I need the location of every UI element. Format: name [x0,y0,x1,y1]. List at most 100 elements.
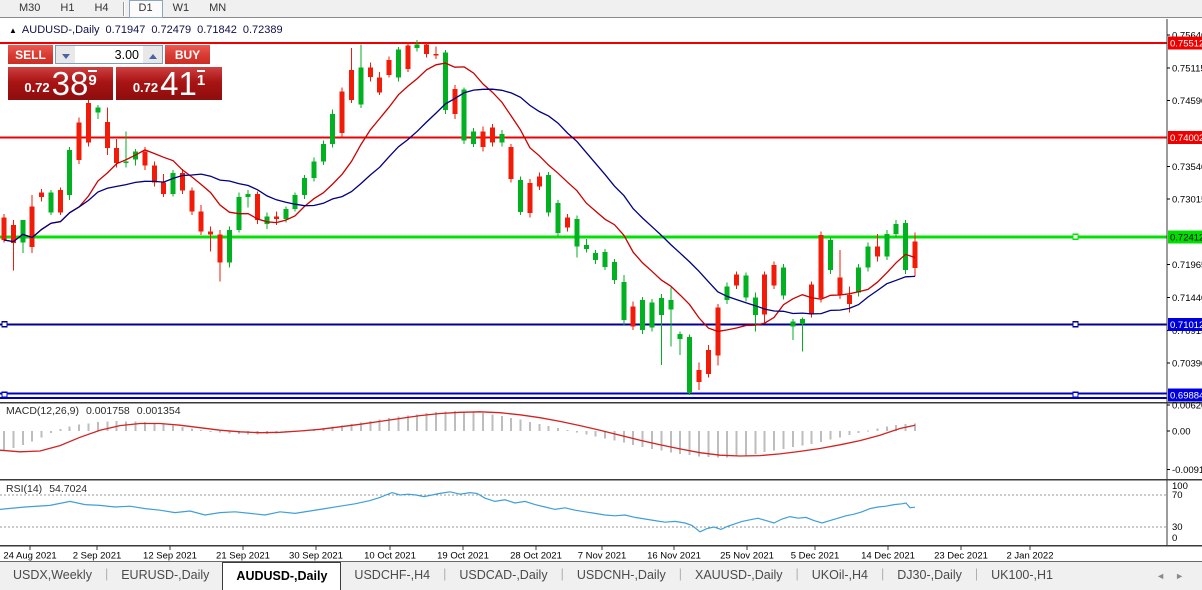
hline-0.69884[interactable] [0,396,1167,399]
date-label: 23 Dec 2021 [934,551,988,562]
bid-price-box[interactable]: 0.72 38 9 [8,67,113,100]
price-tick-label: 0.73015 [1172,195,1202,206]
tab-scroll-left-icon[interactable]: ◄ [1156,571,1175,581]
chart-tab-usdcad-daily[interactable]: USDCAD-,Daily [446,562,560,590]
date-label: 5 Dec 2021 [791,551,840,562]
macd-histogram-bar [876,428,879,431]
separator-rsi-dates[interactable] [0,545,1202,547]
volume-decrease-button[interactable] [56,46,75,63]
macd-histogram-bar [688,431,691,456]
hline-handle[interactable] [1,321,8,328]
timeframe-button-m30[interactable]: M30 [9,0,50,18]
macd-histogram-bar [463,411,466,431]
candle-body [574,218,580,247]
timeframe-button-mn[interactable]: MN [199,0,236,18]
candle-body [114,148,120,164]
candle-body [198,211,204,232]
candle-body [1,217,7,240]
chart-tab-usdx-weekly[interactable]: USDX,Weekly [0,562,105,590]
chart-tab-dj30-daily[interactable]: DJ30-,Daily [884,562,975,590]
timeframe-button-h1[interactable]: H1 [50,0,84,18]
bid-prefix: 0.72 [24,80,50,95]
hline-0.71012[interactable] [0,323,1167,326]
chart-tab-usdcnh-daily[interactable]: USDCNH-,Daily [564,562,679,590]
ask-price-box[interactable]: 0.72 41 1 [116,67,222,100]
hline-handle[interactable] [1072,391,1079,398]
candle-body [480,131,486,147]
chart-tab-eurusd-daily[interactable]: EURUSD-,Daily [108,562,222,590]
candle-body [903,223,909,270]
candle-body [508,146,514,179]
candle-body [76,122,82,160]
hline-0.74002[interactable] [0,136,1167,139]
candle-body [771,265,777,286]
chart-tab-audusd-daily[interactable]: AUDUSD-,Daily [222,562,342,590]
macd-histogram-bar [848,431,851,436]
candle-body [687,336,693,394]
candle-body [255,193,261,220]
macd-histogram-bar [801,431,804,446]
date-label: 16 Nov 2021 [647,551,701,562]
hline-handle[interactable] [1072,233,1079,240]
hline-handle[interactable] [1,391,8,398]
macd-histogram-bar [585,431,588,435]
ohlc-high: 0.72479 [151,24,192,36]
candle-body [818,235,824,299]
candle-body [781,267,787,296]
macd-histogram-bar [829,431,832,440]
candle-body [395,49,401,78]
candle-body [311,161,317,179]
macd-histogram-bar [510,417,513,431]
volume-increase-button[interactable] [143,46,162,63]
macd-histogram-bar [679,431,682,454]
candle-body [348,70,354,100]
separator-main-macd[interactable] [0,402,1202,404]
timeframe-button-d1[interactable]: D1 [128,0,163,18]
separator-macd-rsi[interactable] [0,479,1202,481]
date-label: 21 Sep 2021 [216,551,270,562]
hline-0.69884[interactable] [0,392,1167,395]
candle-body [705,350,711,374]
candle-body [489,127,495,143]
candle-body [161,182,167,194]
ask-big-digits: 41 [160,65,197,102]
macd-histogram-bar [716,431,719,458]
macd-histogram-bar [481,412,484,431]
candle-body [20,220,26,243]
arrow-up-icon [148,54,157,59]
candle-body [893,223,899,234]
chart-tab-ukoil-h4[interactable]: UKOil-,H4 [799,562,881,590]
candle-body [649,302,655,328]
price-tag-label: 0.69884 [1170,390,1202,401]
candle-body [499,133,505,143]
collapse-triangle-icon[interactable]: ▲ [9,26,17,35]
price-tag-label: 0.72412 [1170,232,1202,243]
buy-button[interactable]: BUY [165,45,210,64]
date-label: 24 Aug 2021 [3,551,56,562]
macd-histogram-bar [867,430,870,432]
chart-tab-uk100-h1[interactable]: UK100-,H1 [978,562,1066,590]
macd-histogram-bar [209,431,212,432]
macd-histogram-bar [472,411,475,431]
tab-scroll-right-icon[interactable]: ► [1175,571,1194,581]
hline-handle[interactable] [1072,321,1079,328]
chart-tab-xauusd-daily[interactable]: XAUUSD-,Daily [682,562,796,590]
one-click-trading-widget: SELL 3.00 BUY 0.72 38 9 0.72 41 1 [8,45,222,100]
hline-0.72412[interactable] [0,235,1167,239]
hline-0.75512[interactable] [0,42,1167,44]
timeframe-button-h4[interactable]: H4 [84,0,118,18]
candle-body [724,286,730,300]
candle-body [39,192,45,197]
macd-histogram-bar [810,431,813,444]
volume-input[interactable]: 3.00 [75,46,143,63]
timeframe-button-clipped[interactable]: 5 [0,3,9,15]
candle-body [884,233,890,257]
sell-button[interactable]: SELL [8,45,53,64]
toolbar-separator [122,1,125,16]
chart-tab-usdchf-h4[interactable]: USDCHF-,H4 [341,562,443,590]
candle-body [208,231,214,235]
timeframe-button-w1[interactable]: W1 [163,0,200,18]
macd-histogram-bar [763,431,766,453]
macd-histogram-bar [500,415,503,431]
macd-histogram-bar [106,421,109,431]
